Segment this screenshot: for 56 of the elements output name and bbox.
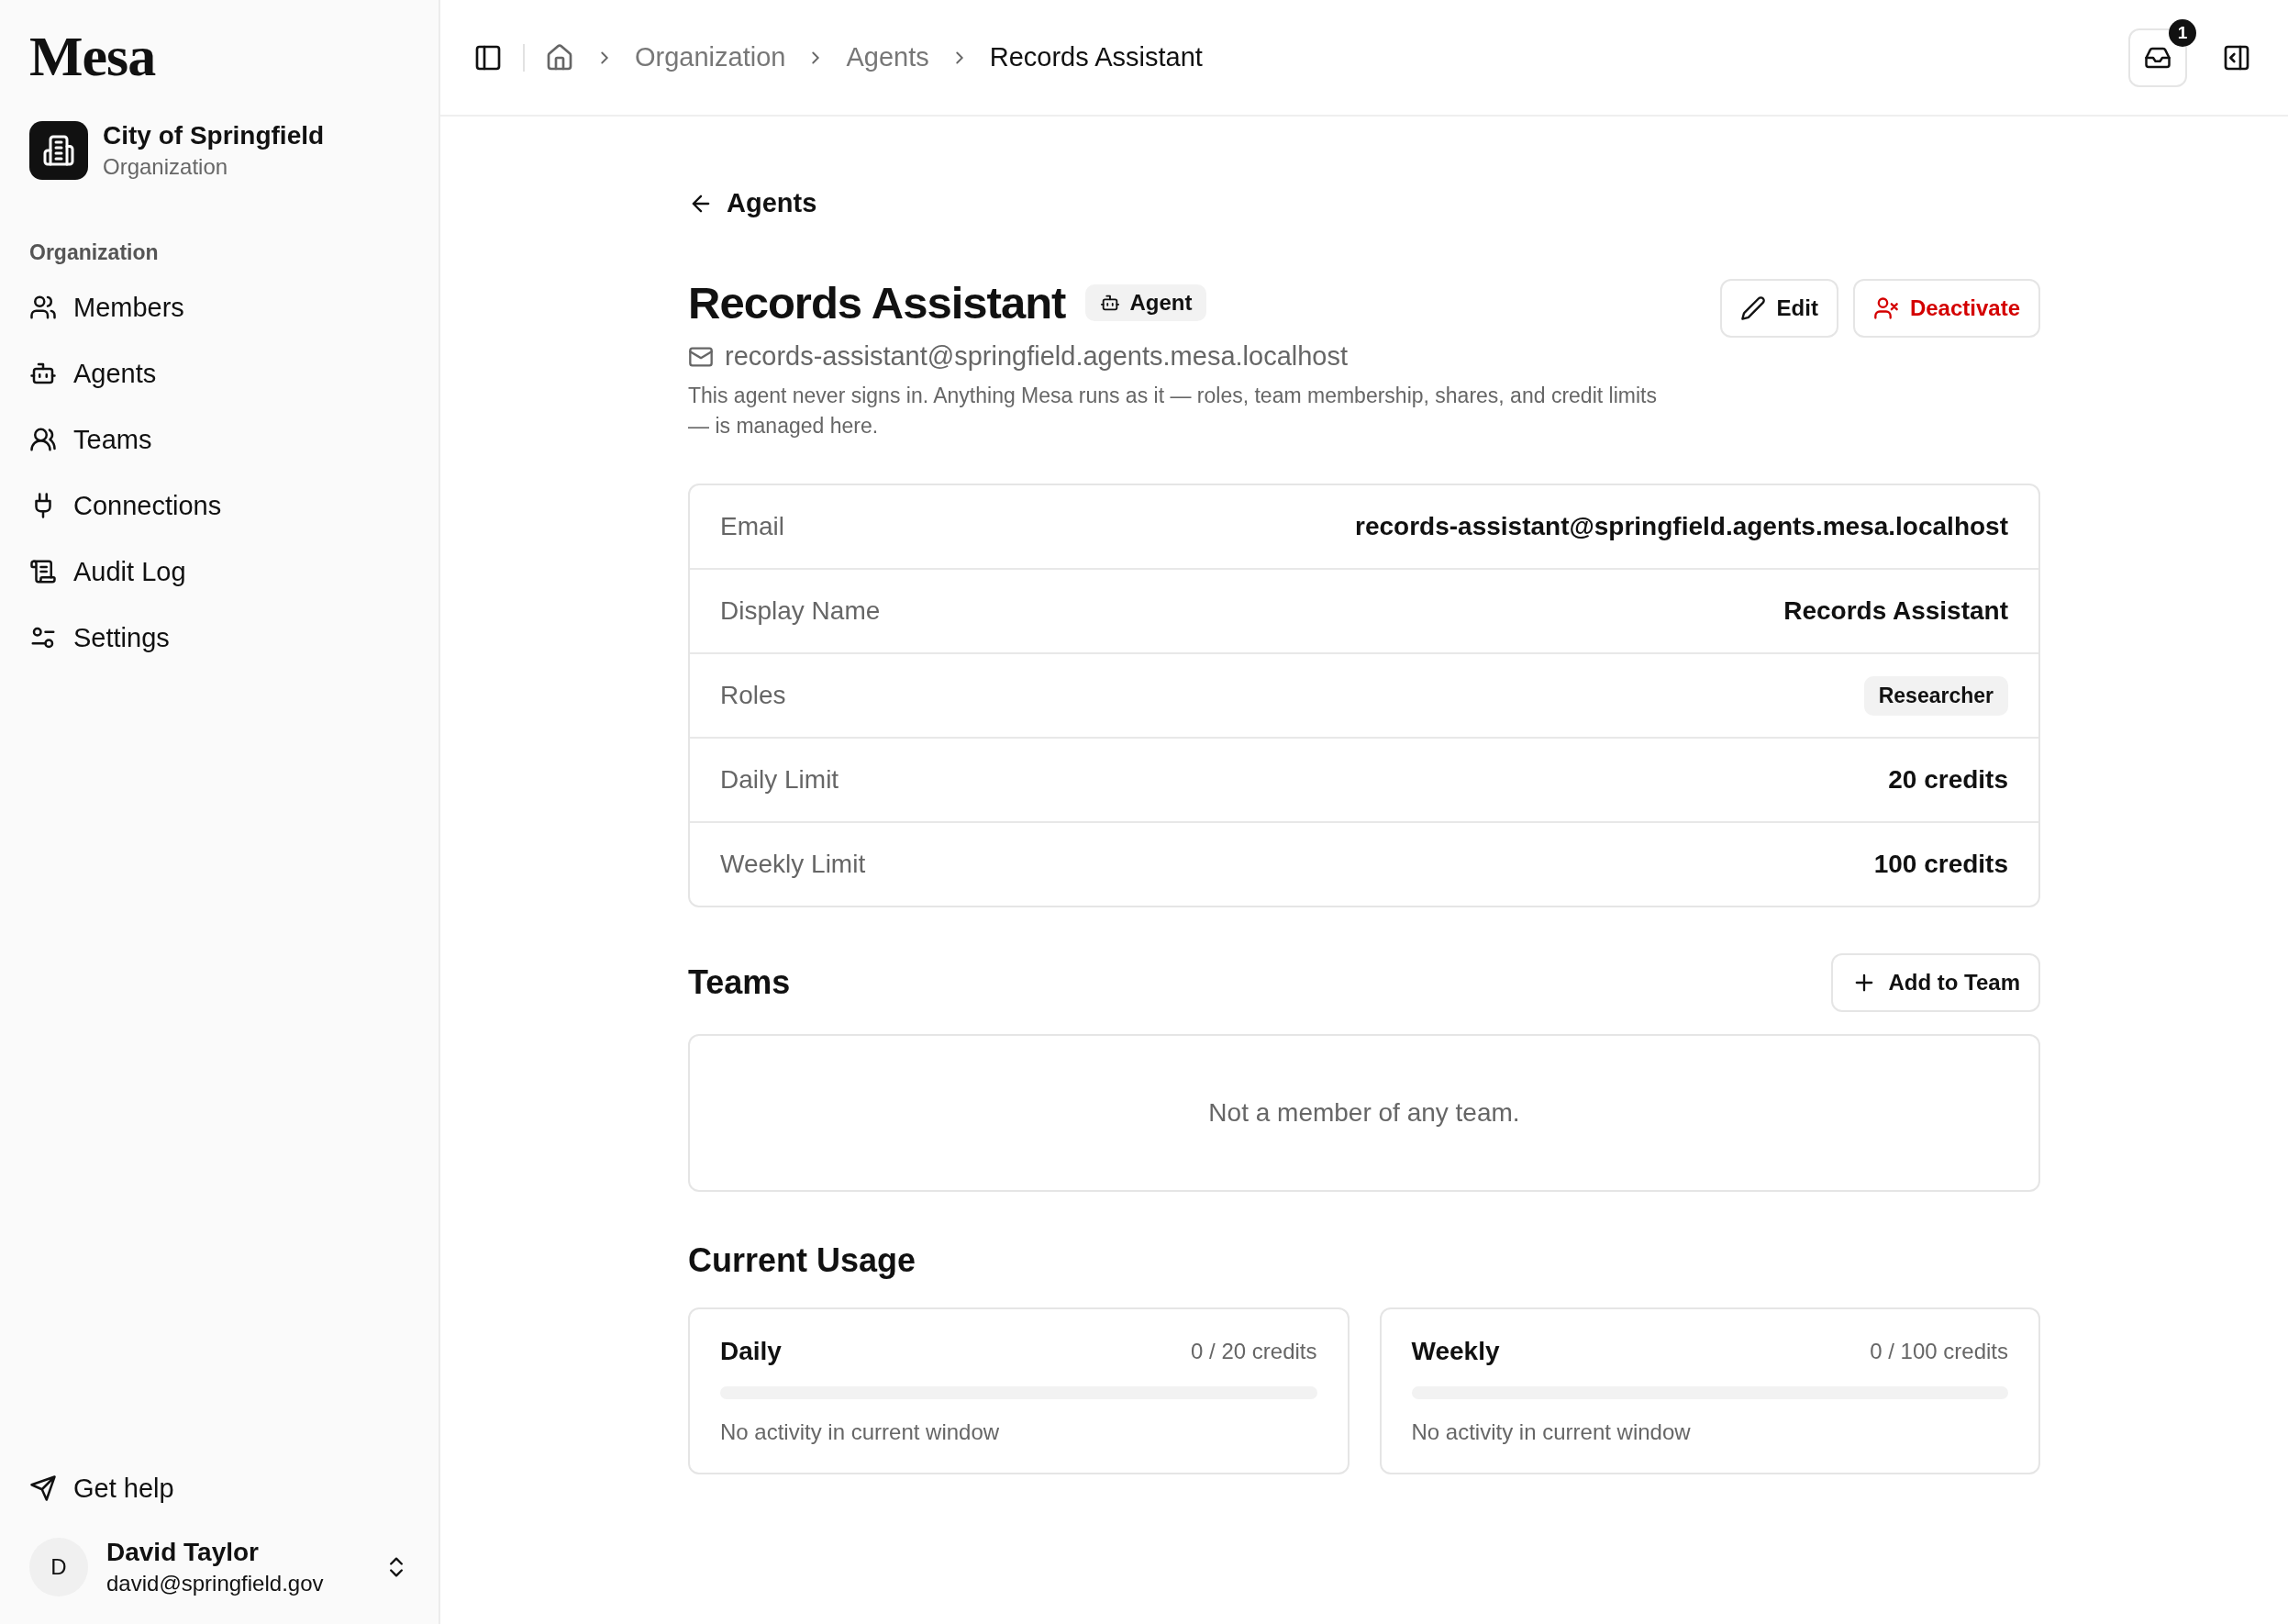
usage-note: No activity in current window [1411,1419,1692,1445]
user-name: David Taylor [106,1538,260,1567]
back-link[interactable]: Agents [688,188,817,218]
page-title: Records Assistant [688,277,1066,328]
nav-item[interactable]: Agents [29,340,157,406]
usage-reading: 0 / 100 credits [1870,1339,2008,1364]
usage-note: No activity in current window [720,1419,1001,1445]
users-icon [29,426,57,453]
section-title: Teams [688,963,791,1002]
field-label: Roles [720,681,786,710]
building-icon [29,121,88,180]
field-value: Records Assistant [1783,596,2008,626]
agent-description: This agent never signs in. Anything Mesa runs as it — roles, team membership, shares, and credit limits — is managed here. [688,383,1658,439]
logo: Mesa [29,28,156,84]
usage-label: Weekly [1411,1337,1500,1366]
help-link[interactable]: Get help [29,1455,174,1521]
breadcrumb-link[interactable]: Organization [635,42,786,72]
field-label: Display Name [720,596,881,626]
home-icon[interactable] [545,42,574,72]
users-icon [29,294,57,321]
field-label: Daily Limit [720,765,839,795]
org-name: City of Springfield [103,121,325,150]
section-label: Organization [29,240,159,265]
role-tag: Researcher [1863,675,2008,716]
deactivate-button[interactable]: Deactivate [1852,279,2040,338]
avatar: D [29,1538,88,1596]
org-type: Organization [103,154,229,180]
nav-item[interactable]: Audit Log [29,539,186,605]
inbox-button[interactable] [2128,28,2187,87]
nav-item[interactable]: Settings [29,605,170,671]
robot-icon [1100,293,1121,313]
field-label: Email [720,512,784,541]
breadcrumb-link[interactable]: Agents [846,42,929,72]
pencil-icon [1739,295,1766,321]
breadcrumb-link[interactable]: Records Assistant [989,42,1203,72]
field-value: 100 credits [1873,850,2008,879]
scroll-icon [29,558,57,585]
user-x-icon [1872,295,1899,321]
user-menu[interactable]: D David Taylor david@springfield.gov [29,1538,409,1596]
usage-label: Daily [720,1337,782,1366]
nav-item[interactable]: Members [29,274,184,340]
agent-email: records-assistant@springfield.agents.mesa.localhost [725,341,1349,372]
nav-item[interactable]: Connections [29,473,222,539]
nav-item[interactable]: Teams [29,406,152,473]
edit-button[interactable]: Edit [1719,279,1838,338]
empty-message: Not a member of any team. [1208,1098,1520,1128]
field-value: 20 credits [1888,765,2008,795]
send-icon [29,1474,57,1502]
field-value: records-assistant@springfield.agents.mesa.localhost [1355,512,2008,541]
user-email: david@springfield.gov [106,1571,325,1596]
field-label: Weekly Limit [720,850,866,879]
add-team-button[interactable]: Add to Team [1831,953,2040,1012]
usage-reading: 0 / 20 credits [1191,1339,1317,1364]
agent-tag: Agent [1085,284,1207,321]
section-title: Current Usage [688,1241,917,1280]
notification-badge: 1 [2169,18,2196,47]
